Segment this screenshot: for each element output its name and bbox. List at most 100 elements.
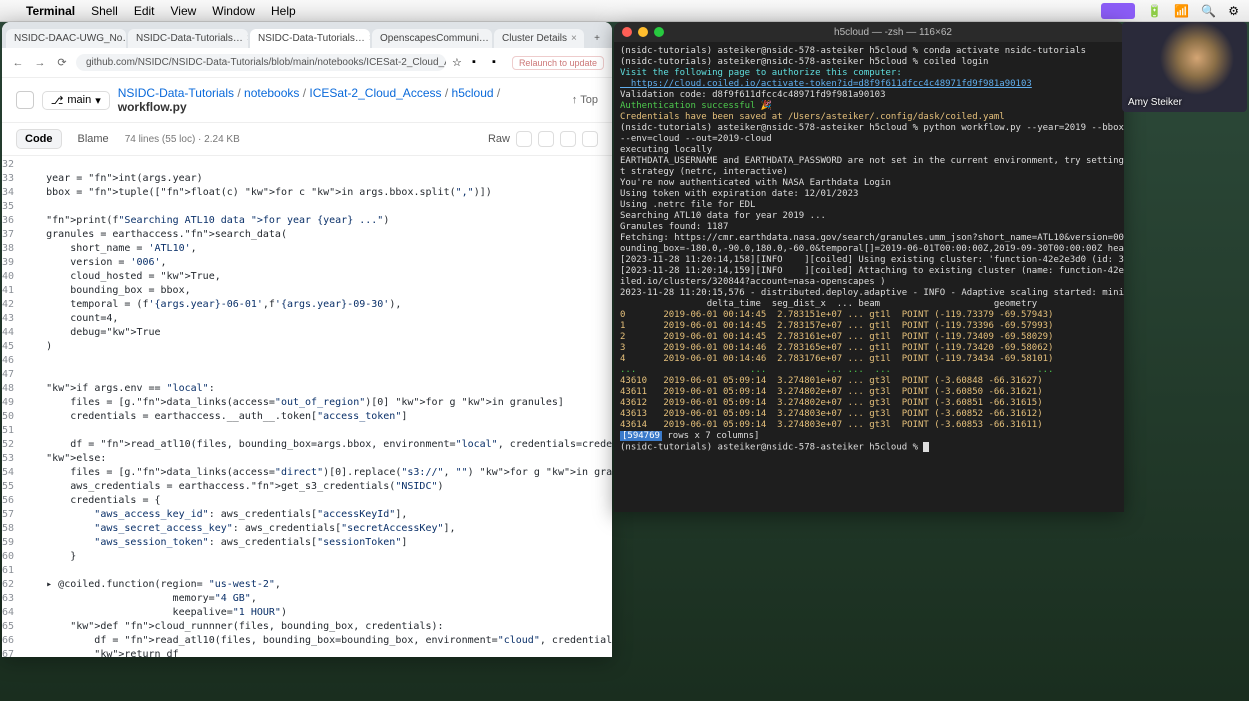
line-number[interactable]: 43 [2,312,14,326]
browser-tab[interactable]: NSIDC-Data-Tutorials…× [128,29,248,48]
code-line[interactable]: "aws_secret_access_key": aws_credentials… [22,522,612,536]
branch-selector[interactable]: ⎇ main ▾ [42,91,110,110]
app-name[interactable]: Terminal [26,4,75,18]
code-line[interactable]: df = "fn">read_atl10(files, bounding_box… [22,438,612,452]
code-line[interactable]: version = '006', [22,256,612,270]
edit-icon[interactable] [560,131,576,147]
code-line[interactable]: keepalive="1 HOUR") [22,606,612,620]
menu-edit[interactable]: Edit [134,4,155,18]
zoom-traffic-light[interactable] [654,27,664,37]
line-number[interactable]: 61 [2,564,14,578]
code-line[interactable]: files = [g."fn">data_links(access="direc… [22,466,612,480]
line-number[interactable]: 64 [2,606,14,620]
code-line[interactable]: year = "fn">int(args.year) [22,172,612,186]
line-number[interactable]: 50 [2,410,14,424]
download-icon[interactable] [538,131,554,147]
code-line[interactable]: "kw">return df [22,648,612,657]
code-line[interactable]: granules = earthaccess."fn">search_data( [22,228,612,242]
line-number[interactable]: 55 [2,480,14,494]
code-lines[interactable]: year = "fn">int(args.year) bbox = "fn">t… [22,156,612,657]
code-line[interactable]: ▸ @coiled.function(region= "us-west-2", [22,578,612,592]
code-line[interactable]: memory="4 GB", [22,592,612,606]
copy-icon[interactable] [516,131,532,147]
browser-tab[interactable]: NSIDC-Data-Tutorials…× [250,29,370,48]
browser-tab[interactable]: OpenscapesCommuni…× [372,29,492,48]
line-number[interactable]: 32 [2,158,14,172]
code-line[interactable] [22,158,612,172]
browser-tab[interactable]: NSIDC-DAAC-UWG_No…× [6,29,126,48]
code-tab[interactable]: Code [16,129,62,149]
line-number[interactable]: 38 [2,242,14,256]
code-line[interactable]: credentials = earthaccess.__auth__.token… [22,410,612,424]
line-number[interactable]: 48 [2,382,14,396]
sidebar-toggle-icon[interactable] [16,91,34,109]
line-number[interactable]: 39 [2,256,14,270]
code-line[interactable]: aws_credentials = earthaccess."fn">get_s… [22,480,612,494]
battery-icon[interactable]: 🔋 [1147,4,1162,18]
line-number[interactable]: 54 [2,466,14,480]
control-center-icon[interactable]: ⚙ [1228,4,1239,18]
code-line[interactable]: df = "fn">read_atl10(files, bounding_box… [22,634,612,648]
code-line[interactable]: "fn">print(f"Searching ATL10 data ">for … [22,214,612,228]
line-number[interactable]: 66 [2,634,14,648]
code-line[interactable]: cloud_hosted = "kw">True, [22,270,612,284]
line-number[interactable]: 44 [2,326,14,340]
line-number[interactable]: 37 [2,228,14,242]
extension-icon[interactable]: ▪ [472,56,486,70]
code-line[interactable]: } [22,550,612,564]
code-line[interactable]: "aws_access_key_id": aws_credentials["ac… [22,508,612,522]
breadcrumb-part[interactable]: notebooks [244,86,299,100]
raw-button[interactable]: Raw [488,133,510,145]
search-icon[interactable]: 🔍 [1201,4,1216,18]
breadcrumb-part[interactable]: ICESat-2_Cloud_Access [309,86,441,100]
code-line[interactable]: bbox = "fn">tuple(["fn">float(c) "kw">fo… [22,186,612,200]
more-icon[interactable] [582,131,598,147]
line-number[interactable]: 60 [2,550,14,564]
line-number[interactable]: 42 [2,298,14,312]
code-line[interactable] [22,424,612,438]
line-number[interactable]: 52 [2,438,14,452]
code-line[interactable]: debug="kw">True [22,326,612,340]
line-number[interactable]: 58 [2,522,14,536]
code-line[interactable]: short_name = 'ATL10', [22,242,612,256]
webcam-thumbnail[interactable]: Amy Steiker [1122,22,1247,112]
line-number[interactable]: 47 [2,368,14,382]
line-number[interactable]: 36 [2,214,14,228]
code-line[interactable] [22,354,612,368]
close-icon[interactable]: × [247,33,248,44]
minimize-traffic-light[interactable] [638,27,648,37]
menu-help[interactable]: Help [271,4,296,18]
reload-button[interactable]: ⟳ [54,55,70,71]
forward-button[interactable]: → [32,55,48,71]
code-line[interactable] [22,564,612,578]
new-tab-button[interactable]: + [586,29,608,48]
screen-share-indicator[interactable] [1101,3,1135,19]
url-input[interactable]: github.com/NSIDC/NSIDC-Data-Tutorials/bl… [76,54,446,71]
code-line[interactable]: "kw">def "fn">cloud_runnner(files, bound… [22,620,612,634]
back-button[interactable]: ← [10,55,26,71]
line-number[interactable]: 53 [2,452,14,466]
code-line[interactable] [22,200,612,214]
code-line[interactable] [22,368,612,382]
line-number[interactable]: 57 [2,508,14,522]
line-number[interactable]: 59 [2,536,14,550]
terminal-output[interactable]: (nsidc-tutorials) asteiker@nsidc-578-ast… [614,42,1124,512]
code-line[interactable]: "aws_session_token": aws_credentials["se… [22,536,612,550]
browser-tab[interactable]: Cluster Details× [494,29,584,48]
line-number[interactable]: 49 [2,396,14,410]
line-number[interactable]: 56 [2,494,14,508]
code-line[interactable]: count=4, [22,312,612,326]
close-icon[interactable]: × [369,33,370,44]
line-number[interactable]: 62 [2,578,14,592]
code-line[interactable]: credentials = { [22,494,612,508]
line-number[interactable]: 33 [2,172,14,186]
code-line[interactable]: files = [g."fn">data_links(access="out_o… [22,396,612,410]
line-number[interactable]: 51 [2,424,14,438]
code-line[interactable]: temporal = (f'{args.year}-06-01',f'{args… [22,298,612,312]
line-number[interactable]: 46 [2,354,14,368]
line-number[interactable]: 41 [2,284,14,298]
code-line[interactable]: ) [22,340,612,354]
relaunch-badge[interactable]: Relaunch to update [512,56,604,70]
line-number[interactable]: 35 [2,200,14,214]
menu-window[interactable]: Window [212,4,255,18]
